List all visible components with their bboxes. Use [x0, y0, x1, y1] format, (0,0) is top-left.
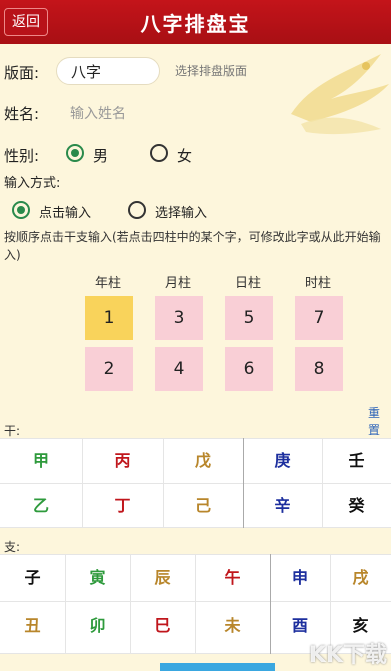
pillar-header-hour: 时柱 [304, 276, 331, 291]
pillar-cell-day-branch[interactable]: 6 [225, 347, 273, 391]
gender-male-label: 男 [93, 147, 109, 165]
app-title: 八字排盘宝 [140, 12, 251, 36]
branch-cell[interactable]: 寅 [65, 554, 130, 602]
stem-cell[interactable]: 甲 [0, 438, 82, 483]
branch-cell[interactable]: 子 [0, 554, 65, 602]
pillar-header-year: 年柱 [94, 276, 121, 291]
watermark-logo: KK下载 [308, 643, 387, 668]
stem-cell[interactable]: 庚 [243, 438, 322, 483]
name-label: 姓名: [4, 105, 40, 123]
stems-label: 干: [4, 424, 21, 438]
stem-cell[interactable]: 壬 [322, 438, 391, 483]
branch-cell[interactable]: 辰 [130, 554, 195, 602]
branch-cell[interactable]: 丑 [0, 602, 65, 650]
pillar-cell-month-stem[interactable]: 3 [155, 296, 203, 340]
pillar-cell-month-branch[interactable]: 4 [155, 347, 203, 391]
phoenix-decoration-icon [291, 54, 389, 135]
stem-cell[interactable]: 辛 [243, 483, 322, 528]
mode-select-radio[interactable] [128, 201, 146, 219]
pillar-cell-hour-stem[interactable]: 7 [295, 296, 343, 340]
gender-female-radio[interactable] [150, 144, 168, 162]
branch-cell[interactable]: 申 [270, 554, 330, 602]
input-mode-label: 输入方式: [4, 176, 61, 191]
branch-cell[interactable]: 午 [195, 554, 270, 602]
pillar-header-month: 月柱 [164, 276, 191, 291]
pillar-cell-year-stem[interactable]: 1 [85, 296, 133, 340]
mode-click-label: 点击输入 [39, 206, 92, 221]
bottom-action-button[interactable] [160, 663, 275, 671]
gender-female-label: 女 [177, 147, 193, 165]
stem-cell[interactable]: 己 [163, 483, 243, 528]
branch-cell[interactable]: 戌 [330, 554, 391, 602]
gender-male-radio[interactable] [66, 144, 84, 162]
gender-label: 性别: [4, 147, 40, 165]
app-header: 返回 八字排盘宝 [0, 0, 391, 44]
branch-cell[interactable]: 卯 [65, 602, 130, 650]
pan-hint: 选择排盘版面 [175, 64, 248, 78]
pan-label: 版面: [4, 64, 40, 82]
name-input[interactable]: 输入姓名 [70, 103, 126, 123]
pillar-cell-year-branch[interactable]: 2 [85, 347, 133, 391]
branch-cell[interactable]: 巳 [130, 602, 195, 650]
reset-button[interactable]: 重置 [368, 404, 391, 438]
pan-select-field[interactable]: 八字 [56, 57, 160, 85]
stem-cell[interactable]: 丁 [82, 483, 163, 528]
branch-cell[interactable]: 未 [195, 602, 270, 650]
mode-select-label: 选择输入 [155, 206, 208, 221]
instruction-text: 按顺序点击干支输入(若点击四柱中的某个字，可修改此字或从此开始输入) [4, 230, 381, 262]
stem-cell[interactable]: 戊 [163, 438, 243, 483]
stem-cell[interactable]: 丙 [82, 438, 163, 483]
pillar-cell-hour-branch[interactable]: 8 [295, 347, 343, 391]
pillar-cell-day-stem[interactable]: 5 [225, 296, 273, 340]
stem-cell[interactable]: 癸 [322, 483, 391, 528]
pillar-header-day: 日柱 [234, 276, 261, 291]
stem-cell[interactable]: 乙 [0, 483, 82, 528]
mode-click-radio[interactable] [12, 201, 30, 219]
branches-label: 支: [4, 540, 21, 554]
